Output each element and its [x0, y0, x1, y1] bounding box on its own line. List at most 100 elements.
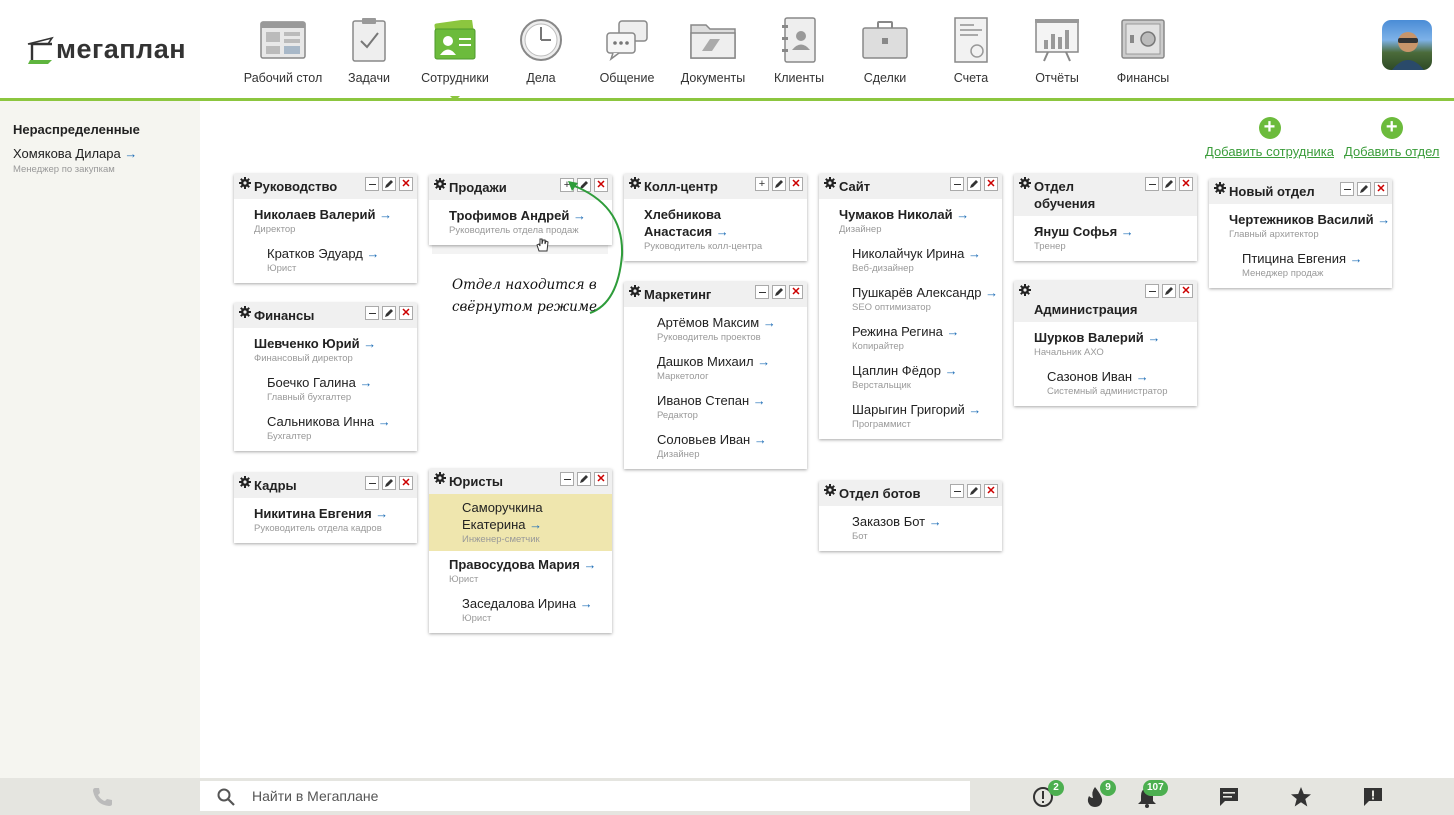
nav-affairs[interactable]: Дела — [498, 0, 584, 98]
edit-button[interactable] — [1162, 177, 1176, 191]
gear-icon[interactable] — [434, 178, 446, 190]
collapse-button[interactable] — [950, 484, 964, 498]
nav-invoices[interactable]: Счета — [928, 0, 1014, 98]
employee-item[interactable]: Пушкарёв Александр → SEO оптимизатор — [819, 281, 1002, 320]
feedback-button[interactable] — [1361, 786, 1385, 808]
employee-item[interactable]: Шевченко Юрий → Финансовый директор — [234, 332, 417, 371]
employee-item-highlighted[interactable]: Саморучкина Екатерина → Инженер-сметчик — [429, 494, 612, 551]
nav-finance[interactable]: Финансы — [1100, 0, 1186, 98]
search-input[interactable] — [252, 781, 952, 811]
collapse-button[interactable] — [560, 472, 574, 486]
phone-icon[interactable] — [90, 786, 114, 808]
nav-reports[interactable]: Отчёты — [1014, 0, 1100, 98]
gear-icon[interactable] — [1019, 177, 1031, 189]
employee-item[interactable]: Режина Регина → Копирайтер — [819, 320, 1002, 359]
gear-icon[interactable] — [1019, 284, 1031, 296]
collapse-button[interactable] — [755, 285, 769, 299]
edit-button[interactable] — [382, 177, 396, 191]
add-employee-button[interactable]: + Добавить сотрудника — [1205, 117, 1334, 160]
employee-item[interactable]: Сазонов Иван → Системный администратор — [1014, 365, 1197, 404]
department-card[interactable]: Отдел обучения ✕ Януш Софья → Тренер — [1014, 174, 1197, 261]
delete-button[interactable]: ✕ — [399, 306, 413, 320]
employee-item[interactable]: Боечко Галина → Главный бухгалтер — [234, 371, 417, 410]
employee-item[interactable]: Соловьев Иван → Дизайнер — [624, 428, 807, 467]
edit-button[interactable] — [772, 285, 786, 299]
employee-item[interactable]: Сальникова Инна → Бухгалтер — [234, 410, 417, 449]
employee-item[interactable]: Правосудова Мария → Юрист — [429, 551, 612, 592]
unassigned-employee[interactable]: Хомякова Дилара → — [13, 146, 137, 161]
logo[interactable]: мегаплан — [26, 32, 186, 66]
delete-button[interactable]: ✕ — [399, 476, 413, 490]
nav-clients[interactable]: Клиенты — [756, 0, 842, 98]
nav-desktop[interactable]: Рабочий стол — [240, 0, 326, 98]
edit-button[interactable] — [772, 177, 786, 191]
gear-icon[interactable] — [824, 177, 836, 189]
delete-button[interactable]: ✕ — [399, 177, 413, 191]
gear-icon[interactable] — [239, 476, 251, 488]
notifications-button[interactable]: 107 — [1135, 780, 1168, 808]
department-card[interactable]: Администрация ✕ Шурков Валерий → Начальни… — [1014, 281, 1197, 406]
employee-item[interactable]: Артёмов Максим → Руководитель проектов — [624, 311, 807, 350]
gear-icon[interactable] — [434, 472, 446, 484]
employee-item[interactable]: Шарыгин Григорий → Программист — [819, 398, 1002, 437]
user-avatar[interactable] — [1382, 20, 1432, 70]
employee-item[interactable]: Заседалова Ирина → Юрист — [429, 592, 612, 631]
department-card[interactable]: Юристы ✕ Саморучкина Екатерина → Инженер-… — [429, 469, 612, 633]
nav-communication[interactable]: Общение — [584, 0, 670, 98]
employee-item[interactable]: Кратков Эдуард → Юрист — [234, 242, 417, 281]
collapse-button[interactable] — [950, 177, 964, 191]
employee-item[interactable]: Януш Софья → Тренер — [1014, 220, 1197, 259]
messages-button[interactable] — [1217, 786, 1241, 808]
edit-button[interactable] — [1162, 284, 1176, 298]
department-card[interactable]: Кадры ✕ Никитина Евгения → Руководитель о… — [234, 473, 417, 543]
department-card[interactable]: Отдел ботов ✕ Заказов Бот → Бот — [819, 481, 1002, 551]
gear-icon[interactable] — [824, 484, 836, 496]
employee-item[interactable]: Николайчук Ирина → Веб-дизайнер — [819, 242, 1002, 281]
employee-item[interactable]: Дашков Михаил → Маркетолог — [624, 350, 807, 389]
nav-tasks[interactable]: Задачи — [326, 0, 412, 98]
employee-item[interactable]: Чумаков Николай → Дизайнер — [819, 203, 1002, 242]
collapse-button[interactable] — [365, 476, 379, 490]
delete-button[interactable]: ✕ — [1179, 177, 1193, 191]
employee-item[interactable]: Николаев Валерий → Директор — [234, 203, 417, 242]
employee-item[interactable]: Шурков Валерий → Начальник АХО — [1014, 326, 1197, 365]
alerts-button[interactable]: 2 — [1031, 780, 1064, 808]
edit-button[interactable] — [967, 484, 981, 498]
department-card[interactable]: Колл-центр + ✕ Хлебникова Анастасия → Рук… — [624, 174, 807, 261]
collapse-button[interactable] — [365, 306, 379, 320]
edit-button[interactable] — [577, 472, 591, 486]
add-department-button[interactable]: + Добавить отдел — [1344, 117, 1440, 160]
employee-item[interactable]: Цаплин Фёдор → Верстальщик — [819, 359, 1002, 398]
nav-deals[interactable]: Сделки — [842, 0, 928, 98]
delete-button[interactable]: ✕ — [594, 472, 608, 486]
collapse-button[interactable] — [1145, 177, 1159, 191]
delete-button[interactable]: ✕ — [789, 177, 803, 191]
search-bar[interactable] — [200, 781, 970, 811]
delete-button[interactable]: ✕ — [1374, 182, 1388, 196]
department-card[interactable]: Маркетинг ✕ Артёмов Максим → Руководитель… — [624, 282, 807, 469]
favorites-button[interactable] — [1289, 786, 1313, 808]
department-card[interactable]: Сайт ✕ Чумаков Николай → Дизайнер Николай… — [819, 174, 1002, 439]
gear-icon[interactable] — [1214, 182, 1226, 194]
employee-item[interactable]: Хлебникова Анастасия → Руководитель колл-… — [624, 203, 807, 259]
edit-button[interactable] — [382, 306, 396, 320]
hot-button[interactable]: 9 — [1083, 780, 1116, 808]
employee-item[interactable]: Заказов Бот → Бот — [819, 510, 1002, 549]
department-card[interactable]: Новый отдел ✕ Чертежников Василий → Главн… — [1209, 179, 1392, 288]
delete-button[interactable]: ✕ — [789, 285, 803, 299]
employee-item[interactable]: Чертежников Василий → Главный архитектор — [1209, 208, 1392, 247]
edit-button[interactable] — [1357, 182, 1371, 196]
delete-button[interactable]: ✕ — [984, 177, 998, 191]
department-card[interactable]: Руководство ✕ Николаев Валерий → Директор… — [234, 174, 417, 283]
employee-item[interactable]: Иванов Степан → Редактор — [624, 389, 807, 428]
edit-button[interactable] — [967, 177, 981, 191]
edit-button[interactable] — [382, 476, 396, 490]
department-card[interactable]: Финансы ✕ Шевченко Юрий → Финансовый дире… — [234, 303, 417, 451]
employee-item[interactable]: Никитина Евгения → Руководитель отдела ка… — [234, 502, 417, 541]
gear-icon[interactable] — [239, 306, 251, 318]
delete-button[interactable]: ✕ — [1179, 284, 1193, 298]
collapse-button[interactable] — [1145, 284, 1159, 298]
collapse-button[interactable] — [1340, 182, 1354, 196]
nav-documents[interactable]: Документы — [670, 0, 756, 98]
employee-item[interactable]: Птицина Евгения → Менеджер продаж — [1209, 247, 1392, 286]
